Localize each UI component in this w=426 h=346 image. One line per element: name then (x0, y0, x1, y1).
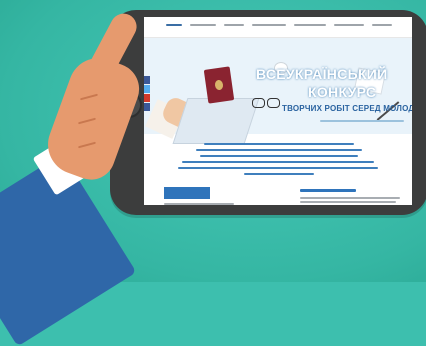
google-plus-icon (144, 94, 150, 102)
nav-link (372, 24, 392, 26)
hero-title-line2: КОНКУРС (308, 84, 377, 100)
text-line (300, 197, 400, 199)
glasses-illustration (252, 98, 282, 108)
nav-link (224, 24, 244, 26)
nav-link (190, 24, 216, 26)
nav-link (166, 24, 182, 26)
vk-icon (144, 103, 150, 111)
illustration: ВСЕУКРАЇНСЬКИЙ КОНКУРС ТВОРЧИХ РОБІТ СЕР… (0, 0, 426, 346)
trident-emblem-icon (214, 79, 224, 91)
hero-subtitle: ТВОРЧИХ РОБІТ СЕРЕД МОЛОДІ (282, 104, 412, 113)
nav-link (334, 24, 364, 26)
site-navigation (144, 17, 412, 38)
laptop-illustration (172, 98, 260, 144)
intro-text-line (196, 149, 362, 151)
text-line (164, 203, 234, 205)
intro-text-line (244, 173, 314, 175)
text-line (300, 201, 396, 203)
passport-illustration (203, 66, 235, 104)
phone-screen: ВСЕУКРАЇНСЬКИЙ КОНКУРС ТВОРЧИХ РОБІТ СЕР… (144, 17, 412, 205)
hero-banner: ВСЕУКРАЇНСЬКИЙ КОНКУРС ТВОРЧИХ РОБІТ СЕР… (144, 38, 412, 144)
nav-link (294, 24, 326, 26)
social-share-bar (144, 76, 150, 112)
intro-text-line (204, 143, 354, 145)
facebook-icon (144, 76, 150, 84)
hero-title-line1: ВСЕУКРАЇНСЬКИЙ (256, 66, 388, 82)
intro-text-line (182, 161, 374, 163)
cta-button[interactable] (164, 187, 210, 199)
intro-text-line (200, 155, 358, 157)
nav-link (252, 24, 286, 26)
intro-text-line (178, 167, 378, 169)
hero-caption-line (320, 120, 404, 122)
section-heading (300, 189, 356, 192)
twitter-icon (144, 85, 150, 93)
